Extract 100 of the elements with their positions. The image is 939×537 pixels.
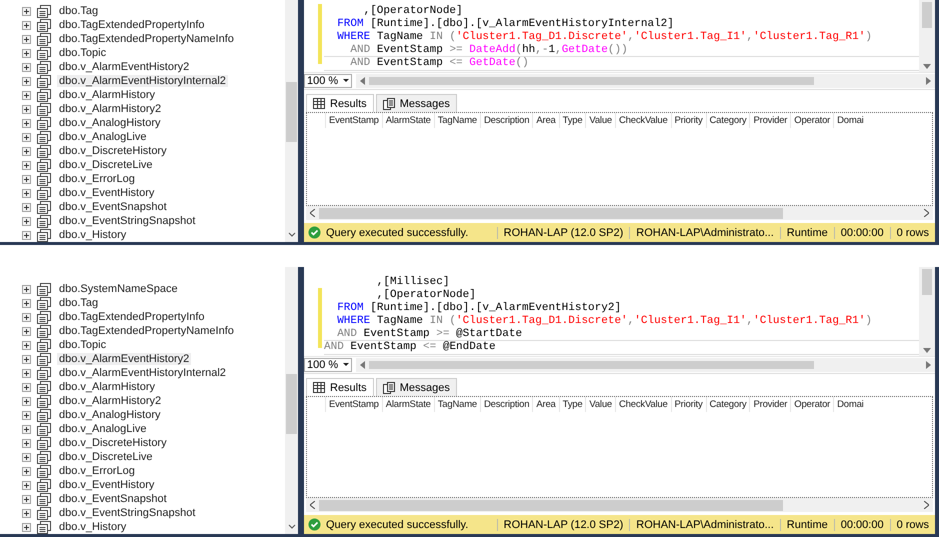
tree-item[interactable]: dbo.v_AnalogLive bbox=[57, 423, 148, 435]
results-tab[interactable]: Results bbox=[306, 378, 374, 396]
scroll-right-icon[interactable] bbox=[924, 501, 929, 509]
expand-icon[interactable] bbox=[22, 216, 31, 226]
expand-icon[interactable] bbox=[22, 382, 31, 392]
scrollbar-thumb[interactable] bbox=[922, 2, 932, 28]
expand-icon[interactable] bbox=[22, 424, 31, 434]
tree-item[interactable]: dbo.v_AnalogHistory bbox=[57, 409, 163, 421]
expand-icon[interactable] bbox=[22, 298, 31, 308]
column-header[interactable]: Category bbox=[706, 113, 750, 128]
expand-icon[interactable] bbox=[22, 132, 31, 142]
expand-icon[interactable] bbox=[22, 48, 31, 58]
column-header[interactable]: Area bbox=[532, 113, 559, 128]
results-tab[interactable]: Messages bbox=[376, 94, 457, 112]
expand-icon[interactable] bbox=[22, 522, 31, 532]
column-header[interactable]: Description bbox=[480, 397, 532, 412]
column-header[interactable]: TagName bbox=[434, 113, 480, 128]
scrollbar[interactable] bbox=[919, 0, 935, 72]
column-header[interactable]: Operator bbox=[790, 113, 834, 128]
scrollbar[interactable] bbox=[285, 0, 298, 242]
column-header[interactable]: Provider bbox=[749, 397, 790, 412]
tree-item[interactable]: dbo.v_EventHistory bbox=[57, 187, 156, 199]
scrollbar[interactable] bbox=[356, 74, 935, 88]
column-header[interactable]: Provider bbox=[749, 113, 790, 128]
tree-item[interactable]: dbo.v_AlarmEventHistory2 bbox=[57, 61, 192, 73]
tree-item[interactable]: dbo.v_AlarmHistory2 bbox=[57, 395, 164, 407]
tree-item[interactable]: dbo.v_AlarmHistory2 bbox=[57, 103, 164, 115]
zoom-dropdown[interactable]: 100 % bbox=[304, 358, 352, 372]
expand-icon[interactable] bbox=[22, 354, 31, 364]
expand-icon[interactable] bbox=[22, 90, 31, 100]
scroll-right-icon[interactable] bbox=[926, 361, 931, 369]
results-tab[interactable]: Messages bbox=[376, 378, 457, 396]
scroll-down-icon[interactable] bbox=[923, 64, 931, 70]
expand-icon[interactable] bbox=[22, 118, 31, 128]
zoom-dropdown[interactable]: 100 % bbox=[304, 74, 352, 88]
tree-item[interactable]: dbo.Topic bbox=[57, 47, 108, 59]
tree-item[interactable]: dbo.v_EventSnapshot bbox=[57, 493, 169, 505]
expand-icon[interactable] bbox=[22, 104, 31, 114]
scrollbar[interactable] bbox=[285, 267, 298, 534]
tree-item[interactable]: dbo.v_AlarmEventHistory2 bbox=[57, 353, 192, 365]
expand-icon[interactable] bbox=[22, 494, 31, 504]
expand-icon[interactable] bbox=[22, 312, 31, 322]
column-header[interactable]: Type bbox=[558, 113, 586, 128]
column-header[interactable]: CheckValue bbox=[615, 113, 671, 128]
tree-item[interactable]: dbo.TagExtendedPropertyNameInfo bbox=[57, 33, 236, 45]
column-header[interactable]: Domai bbox=[833, 113, 867, 128]
expand-icon[interactable] bbox=[22, 34, 31, 44]
column-header[interactable]: CheckValue bbox=[615, 397, 671, 412]
expand-icon[interactable] bbox=[22, 76, 31, 86]
expand-icon[interactable] bbox=[22, 62, 31, 72]
scroll-right-icon[interactable] bbox=[924, 209, 929, 217]
tree-item[interactable]: dbo.v_EventHistory bbox=[57, 479, 156, 491]
tree-item[interactable]: dbo.v_DiscreteLive bbox=[57, 159, 155, 171]
expand-icon[interactable] bbox=[22, 6, 31, 16]
scroll-left-icon[interactable] bbox=[310, 209, 315, 217]
tree-item[interactable]: dbo.v_AlarmEventHistoryInternal2 bbox=[57, 367, 228, 379]
scrollbar[interactable] bbox=[306, 206, 933, 220]
results-tab[interactable]: Results bbox=[306, 94, 374, 112]
tree-item[interactable]: dbo.v_AnalogHistory bbox=[57, 117, 163, 129]
expand-icon[interactable] bbox=[22, 326, 31, 336]
tree-item[interactable]: dbo.v_EventStringSnapshot bbox=[57, 507, 198, 519]
scrollbar[interactable] bbox=[356, 358, 935, 372]
scroll-left-icon[interactable] bbox=[310, 501, 315, 509]
tree-item[interactable]: dbo.v_AnalogLive bbox=[57, 131, 148, 143]
tree-item[interactable]: dbo.v_History bbox=[57, 521, 128, 533]
tree-item[interactable]: dbo.v_DiscreteHistory bbox=[57, 145, 169, 157]
tree-item[interactable]: dbo.v_AlarmHistory bbox=[57, 381, 157, 393]
scrollbar-thumb[interactable] bbox=[286, 374, 297, 434]
tree-item[interactable]: dbo.v_AlarmEventHistoryInternal2 bbox=[57, 75, 228, 87]
tree-item[interactable]: dbo.v_History bbox=[57, 229, 128, 241]
column-header[interactable]: AlarmState bbox=[382, 397, 434, 412]
scroll-down-icon[interactable] bbox=[923, 348, 931, 354]
expand-icon[interactable] bbox=[22, 396, 31, 406]
expand-icon[interactable] bbox=[22, 202, 31, 212]
expand-icon[interactable] bbox=[22, 174, 31, 184]
scroll-left-icon[interactable] bbox=[360, 361, 365, 369]
scrollbar[interactable] bbox=[306, 498, 933, 512]
expand-icon[interactable] bbox=[22, 368, 31, 378]
expand-icon[interactable] bbox=[22, 438, 31, 448]
column-header[interactable]: AlarmState bbox=[382, 113, 434, 128]
column-header[interactable]: Area bbox=[532, 397, 559, 412]
expand-icon[interactable] bbox=[22, 160, 31, 170]
tree-item[interactable]: dbo.v_DiscreteHistory bbox=[57, 437, 169, 449]
column-header[interactable]: Priority bbox=[670, 113, 706, 128]
expand-icon[interactable] bbox=[22, 340, 31, 350]
column-header[interactable]: Value bbox=[585, 397, 616, 412]
expand-icon[interactable] bbox=[22, 188, 31, 198]
scroll-right-icon[interactable] bbox=[926, 77, 931, 85]
column-header[interactable]: Priority bbox=[670, 397, 706, 412]
tree-item[interactable]: dbo.TagExtendedPropertyInfo bbox=[57, 19, 207, 31]
expand-icon[interactable] bbox=[22, 230, 31, 240]
tree-item[interactable]: dbo.v_DiscreteLive bbox=[57, 451, 155, 463]
column-header[interactable]: Value bbox=[585, 113, 616, 128]
tree-item[interactable]: dbo.TagExtendedPropertyNameInfo bbox=[57, 325, 236, 337]
column-header[interactable]: Operator bbox=[790, 397, 834, 412]
expand-icon[interactable] bbox=[22, 452, 31, 462]
expand-icon[interactable] bbox=[22, 284, 31, 294]
column-header[interactable]: Category bbox=[706, 397, 750, 412]
tree-item[interactable]: dbo.v_EventStringSnapshot bbox=[57, 215, 198, 227]
column-header[interactable]: EventStamp bbox=[325, 113, 382, 128]
